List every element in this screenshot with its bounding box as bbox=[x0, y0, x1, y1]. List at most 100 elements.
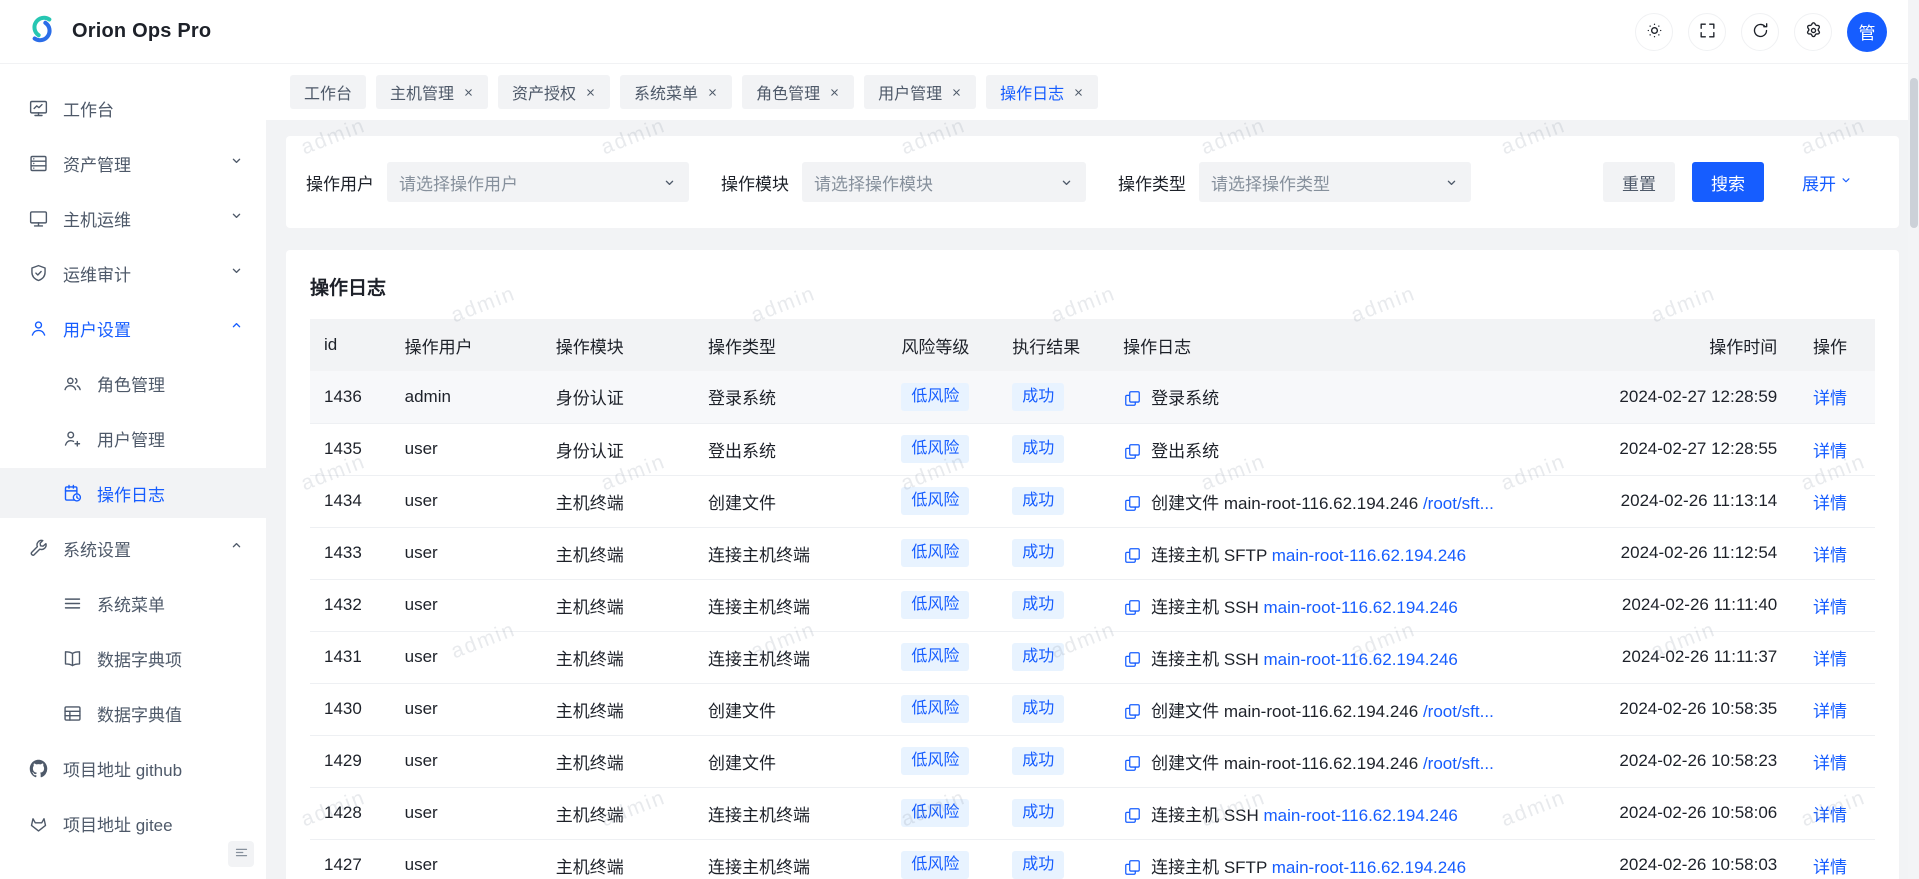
sidebar-collapse-button[interactable] bbox=[228, 841, 254, 867]
scrollbar-track[interactable] bbox=[1908, 0, 1919, 879]
log-link[interactable]: main-root-116.62.194.246 bbox=[1264, 598, 1458, 617]
tab[interactable]: 角色管理 bbox=[742, 75, 854, 109]
log-text: 创建文件 main-root-116.62.194.246 bbox=[1151, 754, 1423, 773]
cell-module: 身份认证 bbox=[546, 423, 698, 475]
close-icon[interactable] bbox=[1073, 87, 1084, 98]
copy-icon[interactable] bbox=[1123, 598, 1142, 617]
detail-link[interactable]: 详情 bbox=[1813, 806, 1847, 825]
cell-time: 2024-02-27 12:28:59 bbox=[1581, 371, 1788, 423]
chevron-down-icon bbox=[229, 208, 244, 228]
tab[interactable]: 工作台 bbox=[290, 75, 366, 109]
tab[interactable]: 资产授权 bbox=[498, 75, 610, 109]
filter-select[interactable]: 请选择操作模块 bbox=[802, 162, 1086, 202]
log-link[interactable]: main-root-116.62.194.246 bbox=[1264, 806, 1458, 825]
log-text: 连接主机 SFTP bbox=[1151, 858, 1272, 877]
log-link[interactable]: /root/sft... bbox=[1423, 494, 1494, 513]
copy-icon[interactable] bbox=[1123, 754, 1142, 773]
tab[interactable]: 系统菜单 bbox=[620, 75, 732, 109]
filter-select[interactable]: 请选择操作类型 bbox=[1199, 162, 1471, 202]
risk-badge: 低风险 bbox=[901, 747, 969, 775]
reset-button[interactable]: 重置 bbox=[1603, 162, 1675, 202]
detail-link[interactable]: 详情 bbox=[1813, 442, 1847, 461]
sidebar-item[interactable]: 角色管理 bbox=[0, 358, 266, 408]
detail-link[interactable]: 详情 bbox=[1813, 546, 1847, 565]
filter-select[interactable]: 请选择操作用户 bbox=[387, 162, 689, 202]
search-button[interactable]: 搜索 bbox=[1692, 162, 1764, 202]
sidebar-item[interactable]: 操作日志 bbox=[0, 468, 266, 518]
tab[interactable]: 操作日志 bbox=[986, 75, 1098, 109]
close-icon[interactable] bbox=[463, 87, 474, 98]
log-table: id操作用户操作模块操作类型风险等级执行结果操作日志操作时间操作 1436adm… bbox=[310, 319, 1875, 879]
column-header: 操作 bbox=[1787, 319, 1875, 371]
copy-icon[interactable] bbox=[1123, 442, 1142, 461]
cell-risk: 低风险 bbox=[891, 371, 1002, 423]
sidebar-item[interactable]: 系统菜单 bbox=[0, 578, 266, 628]
settings-icon bbox=[1804, 21, 1823, 43]
app-logo-icon bbox=[24, 11, 60, 52]
cell-risk: 低风险 bbox=[891, 683, 1002, 735]
cell-result: 成功 bbox=[1002, 787, 1113, 839]
sidebar-item-label: 项目地址 github bbox=[63, 756, 182, 781]
chevron-up-icon bbox=[229, 318, 244, 338]
sidebar-item[interactable]: 系统设置 bbox=[0, 523, 266, 573]
copy-icon[interactable] bbox=[1123, 389, 1142, 408]
log-link[interactable]: main-root-116.62.194.246 bbox=[1272, 858, 1466, 877]
cell-type: 连接主机终端 bbox=[698, 631, 891, 683]
refresh-button[interactable] bbox=[1741, 13, 1779, 51]
detail-link[interactable]: 详情 bbox=[1813, 858, 1847, 877]
copy-icon[interactable] bbox=[1123, 806, 1142, 825]
detail-link[interactable]: 详情 bbox=[1813, 494, 1847, 513]
sidebar-item[interactable]: 资产管理 bbox=[0, 138, 266, 188]
sidebar-item[interactable]: 数据字典值 bbox=[0, 688, 266, 738]
card-title: 操作日志 bbox=[310, 273, 1875, 300]
close-icon[interactable] bbox=[585, 87, 596, 98]
theme-button[interactable] bbox=[1635, 13, 1673, 51]
page: Orion Ops Pro 管 工作台资产管理主机运维运维审计用户设置角色管理用… bbox=[0, 0, 1919, 879]
useradd-icon bbox=[62, 428, 83, 449]
cell-id: 1435 bbox=[310, 423, 395, 475]
copy-icon[interactable] bbox=[1123, 546, 1142, 565]
cell-time: 2024-02-26 10:58:03 bbox=[1581, 839, 1788, 879]
close-icon[interactable] bbox=[951, 87, 962, 98]
tab-label: 工作台 bbox=[304, 80, 352, 104]
log-text: 创建文件 main-root-116.62.194.246 bbox=[1151, 702, 1423, 721]
risk-badge: 低风险 bbox=[901, 435, 969, 463]
sidebar-item[interactable]: 主机运维 bbox=[0, 193, 266, 243]
detail-link[interactable]: 详情 bbox=[1813, 754, 1847, 773]
log-link[interactable]: /root/sft... bbox=[1423, 702, 1494, 721]
sidebar-item[interactable]: 项目地址 github bbox=[0, 743, 266, 793]
sidebar-item[interactable]: 运维审计 bbox=[0, 248, 266, 298]
detail-link[interactable]: 详情 bbox=[1813, 598, 1847, 617]
detail-link[interactable]: 详情 bbox=[1813, 702, 1847, 721]
sidebar-item[interactable]: 用户设置 bbox=[0, 303, 266, 353]
detail-link[interactable]: 详情 bbox=[1813, 650, 1847, 669]
sidebar-item[interactable]: 数据字典项 bbox=[0, 633, 266, 683]
sidebar-item[interactable]: 工作台 bbox=[0, 83, 266, 133]
copy-icon[interactable] bbox=[1123, 702, 1142, 721]
tab[interactable]: 用户管理 bbox=[864, 75, 976, 109]
close-icon[interactable] bbox=[829, 87, 840, 98]
scrollbar-thumb[interactable] bbox=[1910, 78, 1918, 228]
copy-icon[interactable] bbox=[1123, 650, 1142, 669]
log-link[interactable]: /root/sft... bbox=[1423, 754, 1494, 773]
sidebar-item[interactable]: 用户管理 bbox=[0, 413, 266, 463]
cell-action: 详情 bbox=[1787, 631, 1875, 683]
close-icon[interactable] bbox=[707, 87, 718, 98]
log-link[interactable]: main-root-116.62.194.246 bbox=[1272, 546, 1466, 565]
log-link[interactable]: main-root-116.62.194.246 bbox=[1264, 650, 1458, 669]
detail-link[interactable]: 详情 bbox=[1813, 389, 1847, 408]
sidebar-item-label: 主机运维 bbox=[63, 206, 131, 231]
expand-toggle[interactable]: 展开 bbox=[1802, 170, 1853, 195]
sidebar-nav: 工作台资产管理主机运维运维审计用户设置角色管理用户管理操作日志系统设置系统菜单数… bbox=[0, 83, 266, 848]
cell-risk: 低风险 bbox=[891, 787, 1002, 839]
sidebar-item-label: 系统菜单 bbox=[97, 591, 165, 616]
copy-icon[interactable] bbox=[1123, 858, 1142, 877]
copy-icon[interactable] bbox=[1123, 494, 1142, 513]
sidebar-item[interactable]: 项目地址 gitee bbox=[0, 798, 266, 848]
cell-action: 详情 bbox=[1787, 579, 1875, 631]
user-avatar[interactable]: 管 bbox=[1847, 12, 1887, 52]
tab[interactable]: 主机管理 bbox=[376, 75, 488, 109]
cell-module: 主机终端 bbox=[546, 631, 698, 683]
settings-button[interactable] bbox=[1794, 13, 1832, 51]
fullscreen-button[interactable] bbox=[1688, 13, 1726, 51]
